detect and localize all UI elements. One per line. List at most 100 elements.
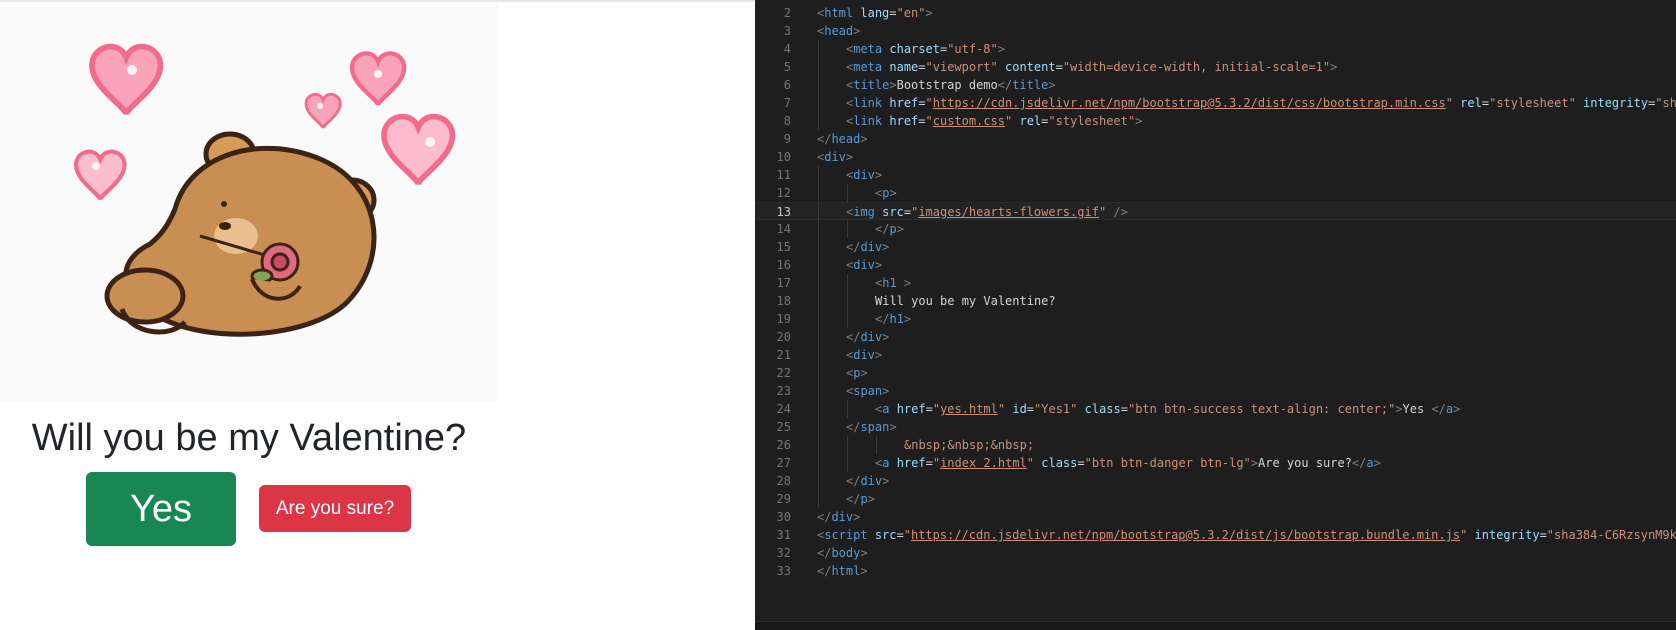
line-number: 19 [776, 312, 791, 326]
code-text: <script src="https://cdn.jsdelivr.net/np… [817, 526, 1676, 544]
line-number: 4 [783, 42, 791, 56]
line-number: 13 [776, 205, 791, 219]
code-text: <img src="images/hearts-flowers.gif" /> [846, 203, 1128, 221]
line-number: 11 [776, 168, 791, 182]
are-you-sure-button[interactable]: Are you sure? [259, 485, 411, 532]
code-token: "viewport" [925, 60, 998, 74]
code-token: = [1077, 456, 1085, 470]
code-line[interactable]: 28 </div> [755, 472, 1676, 490]
code-line[interactable]: 16 <div> [755, 256, 1676, 274]
code-line[interactable]: 31 <script src="https://cdn.jsdelivr.net/… [755, 526, 1676, 544]
code-line[interactable]: 6 <title>Bootstrap demo</title> [755, 76, 1676, 94]
code-line[interactable]: 3 <head> [755, 22, 1676, 40]
code-token: </ [817, 546, 832, 560]
code-token: > [853, 24, 861, 38]
code-token: meta [853, 42, 883, 56]
indent-guide [818, 256, 819, 274]
line-number: 23 [776, 384, 791, 398]
code-token: span [853, 384, 883, 398]
code-token: "utf-8" [947, 42, 998, 56]
code-token: src [882, 205, 904, 219]
indent-guide [818, 490, 819, 508]
code-line[interactable]: 20 </div> [755, 328, 1676, 346]
code-line[interactable]: 10 <div> [755, 148, 1676, 166]
code-token: /> [1113, 205, 1128, 219]
line-number: 8 [783, 114, 791, 128]
code-text: <span> [846, 382, 889, 400]
code-line[interactable]: 26 &nbsp;&nbsp;&nbsp; [755, 436, 1676, 454]
line-number: 6 [783, 78, 791, 92]
indent-guide [818, 40, 819, 58]
code-text: <html lang="en"> [817, 4, 933, 22]
code-line[interactable]: 17 <h1 > [755, 274, 1676, 292]
code-line[interactable]: 13 <img src="images/hearts-flowers.gif" /… [755, 202, 1676, 221]
code-line[interactable]: 4 <meta charset="utf-8"> [755, 40, 1676, 58]
code-line[interactable]: 14 </p> [755, 220, 1676, 238]
code-line[interactable]: 24 <a href="yes.html" id="Yes1" class="bt… [755, 400, 1676, 418]
bear-illustration [0, 4, 498, 337]
code-token: href [889, 114, 919, 128]
indent-guide [818, 454, 819, 472]
code-editor[interactable]: 2 <html lang="en"> 3 <head> 4 <meta charset="… [755, 0, 1676, 630]
code-token: href [896, 456, 926, 470]
line-number: 28 [776, 474, 791, 488]
code-line[interactable]: 22 <p> [755, 364, 1676, 382]
code-text: <div> [846, 166, 882, 184]
code-line[interactable]: 25 </span> [755, 418, 1676, 436]
code-line[interactable]: 29 </p> [755, 490, 1676, 508]
code-token: " [932, 456, 941, 470]
code-line[interactable]: 9 </head> [755, 130, 1676, 148]
indent-guide [818, 310, 819, 328]
code-token: </ [846, 420, 861, 434]
browser-preview: Will you be my Valentine? Yes Are you su… [0, 0, 755, 630]
code-token: > [1395, 402, 1403, 416]
code-token: div [853, 168, 875, 182]
code-token: > [845, 150, 854, 164]
indent-guide [818, 436, 819, 454]
code-token: integrity [1474, 528, 1540, 542]
line-number: 29 [776, 492, 791, 506]
code-token: > [1373, 456, 1381, 470]
yes-button[interactable]: Yes [86, 472, 236, 546]
line-number: 5 [783, 60, 791, 74]
code-line[interactable]: 2 <html lang="en"> [755, 4, 1676, 22]
code-line[interactable]: 8 <link href="custom.css" rel="stylesheet… [755, 112, 1676, 130]
code-token: name [889, 60, 919, 74]
code-line[interactable]: 5 <meta name="viewport" content="width=de… [755, 58, 1676, 76]
code-line[interactable]: 32 </body> [755, 544, 1676, 562]
code-token: </ [1351, 456, 1367, 470]
code-line[interactable]: 27 <a href="index 2.html" class="btn btn-… [755, 454, 1676, 472]
code-line[interactable]: 7 <link href="https://cdn.jsdelivr.net/np… [755, 94, 1676, 112]
code-token: integrity [1583, 96, 1649, 110]
indent-guide [847, 292, 848, 310]
code-line[interactable]: 30 </div> [755, 508, 1676, 526]
code-text: <h1 > [875, 274, 911, 292]
code-line[interactable]: 12 <p> [755, 184, 1676, 202]
code-token: img [853, 205, 875, 219]
code-token: div [860, 330, 883, 344]
code-line[interactable]: 21 <div> [755, 346, 1676, 364]
code-line[interactable]: 19 </h1> [755, 310, 1676, 328]
code-line[interactable]: 23 <span> [755, 382, 1676, 400]
code-token: href [889, 96, 919, 110]
indent-guide [818, 112, 819, 130]
code-text: <a href="index 2.html" class="btn btn-da… [875, 454, 1381, 472]
code-token: Will you be my Valentine? [875, 294, 1056, 308]
code-text: </head> [817, 130, 868, 148]
indent-guide [876, 436, 877, 454]
code-token: id [1012, 402, 1027, 416]
code-line[interactable]: 33 </html> [755, 562, 1676, 580]
indent-guide [847, 454, 848, 472]
code-line[interactable]: 15 </div> [755, 238, 1676, 256]
code-line[interactable]: 18 Will you be my Valentine? [755, 292, 1676, 310]
code-line[interactable]: 11 <div> [755, 166, 1676, 184]
code-token: https://cdn.jsdelivr.net/npm/bootstrap@5… [932, 96, 1446, 110]
indent-guide [818, 220, 819, 238]
line-number: 2 [783, 6, 791, 20]
code-token: html [824, 6, 854, 20]
code-text: <head> [817, 22, 860, 40]
line-number: 32 [776, 546, 791, 560]
